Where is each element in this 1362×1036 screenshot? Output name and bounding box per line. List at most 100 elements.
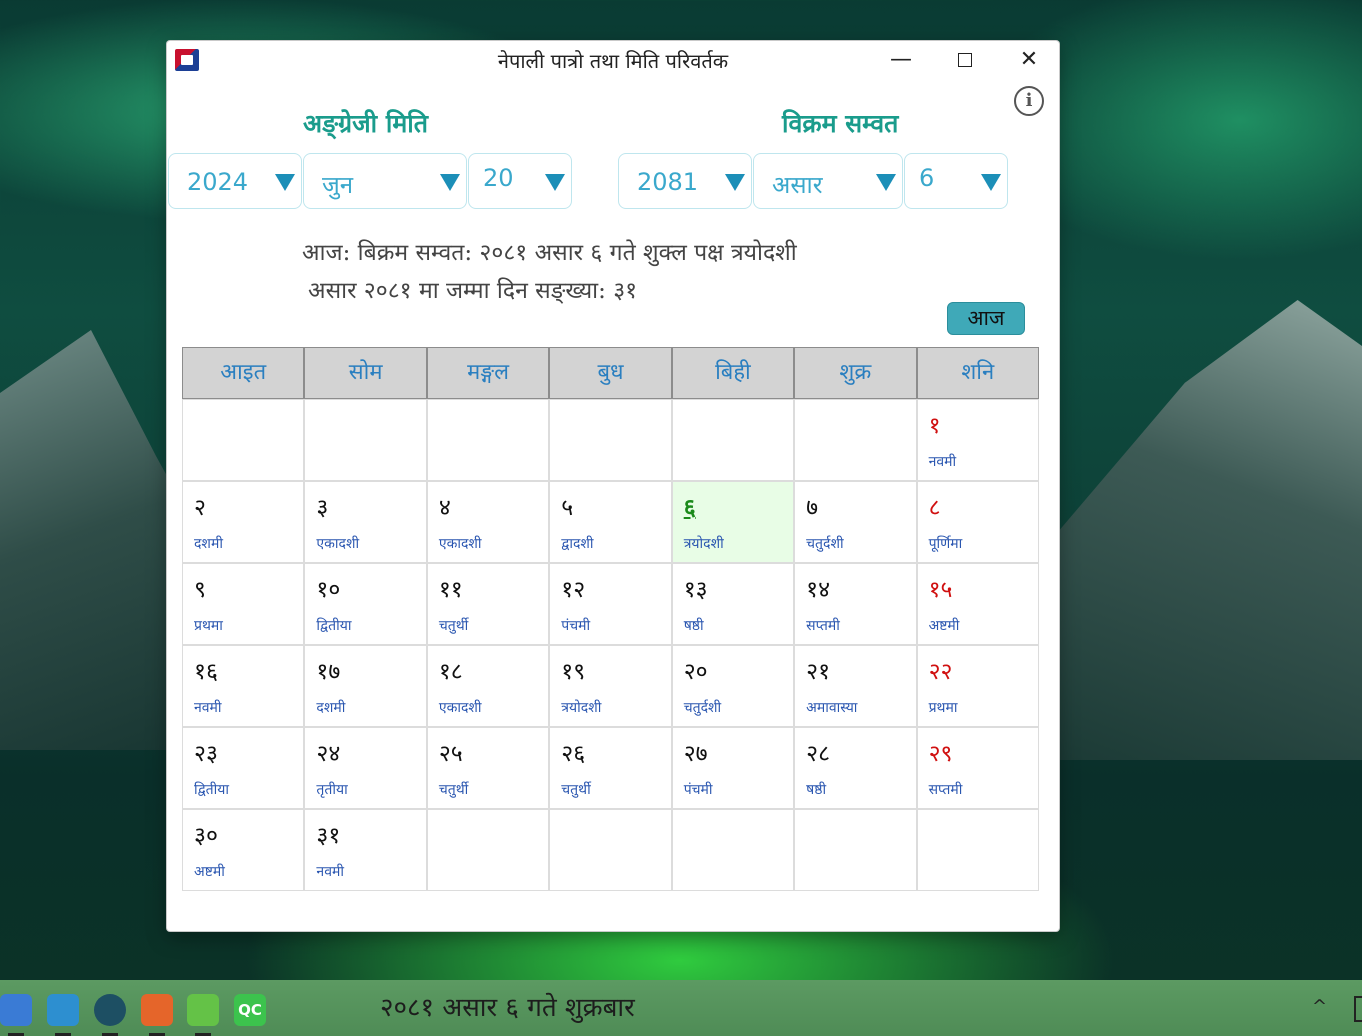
quote-app-icon[interactable] bbox=[0, 994, 32, 1036]
bs-year-select[interactable]: 2081 bbox=[618, 153, 752, 209]
month-days-count-text: असार २०८१ मा जम्मा दिन सङ्ख्या: ३१ bbox=[308, 278, 638, 304]
day-number: ५ bbox=[561, 495, 574, 521]
tithi-label: चतुर्दशी bbox=[806, 536, 844, 552]
day-cell[interactable]: ८ पूर्णिमा bbox=[916, 481, 1039, 563]
day-cell[interactable]: ४ एकादशी bbox=[426, 481, 550, 563]
tithi-label: त्रयोदशी bbox=[683, 536, 724, 552]
close-button[interactable]: ✕ bbox=[1009, 47, 1049, 73]
tithi-label: द्वितीया bbox=[316, 618, 352, 634]
day-cell[interactable]: ३० अष्टमी bbox=[182, 809, 305, 891]
dropdown-arrow-icon bbox=[545, 174, 565, 191]
dropdown-arrow-icon bbox=[981, 174, 1001, 191]
ad-month-select[interactable]: जुन bbox=[303, 153, 467, 209]
weekday-header: बिही bbox=[671, 347, 795, 399]
tithi-label: अष्टमी bbox=[928, 618, 960, 634]
day-cell[interactable]: १० द्वितीया bbox=[304, 563, 427, 645]
day-number: २२ bbox=[928, 659, 953, 685]
day-cell[interactable]: १६ नवमी bbox=[182, 645, 305, 727]
day-cell[interactable]: २० चतुर्दशी bbox=[671, 645, 795, 727]
taskbar-date-text[interactable]: २०८१ असार ६ गते शुक्रबार bbox=[380, 988, 635, 1024]
maximize-button[interactable] bbox=[945, 47, 985, 73]
day-number: १२ bbox=[561, 577, 586, 603]
day-cell[interactable] bbox=[671, 809, 795, 891]
info-icon[interactable]: i bbox=[1014, 86, 1044, 116]
octopus-app-icon[interactable] bbox=[94, 994, 126, 1036]
day-cell[interactable]: २ दशमी bbox=[182, 481, 305, 563]
day-cell[interactable] bbox=[549, 399, 672, 481]
day-number: २७ bbox=[683, 741, 708, 767]
weekday-header: शुक्र bbox=[794, 347, 917, 399]
day-cell[interactable]: १२ पंचमी bbox=[549, 563, 672, 645]
day-number: १५ bbox=[928, 577, 953, 603]
store-app-icon[interactable] bbox=[141, 994, 173, 1036]
day-cell[interactable]: ३१ नवमी bbox=[304, 809, 427, 891]
day-cell[interactable]: १४ सप्तमी bbox=[794, 563, 917, 645]
bs-day-value: 6 bbox=[919, 164, 935, 192]
day-number: ६ bbox=[683, 494, 696, 521]
tray-chevron-icon[interactable]: ^ bbox=[1312, 996, 1327, 1017]
day-cell[interactable]: २३ द्वितीया bbox=[182, 727, 305, 809]
day-cell[interactable]: १८ एकादशी bbox=[426, 645, 550, 727]
ad-year-select[interactable]: 2024 bbox=[168, 153, 302, 209]
editor-app-icon[interactable] bbox=[187, 994, 219, 1036]
day-cell[interactable]: २२ प्रथमा bbox=[916, 645, 1039, 727]
day-number: २९ bbox=[928, 741, 953, 767]
tithi-label: चतुर्दशी bbox=[683, 700, 722, 716]
day-cell[interactable]: २४ तृतीया bbox=[304, 727, 427, 809]
day-cell[interactable]: १५ अष्टमी bbox=[916, 563, 1039, 645]
tithi-label: नवमी bbox=[316, 864, 344, 880]
day-cell[interactable]: १ नवमी bbox=[916, 399, 1039, 481]
qc-app-icon[interactable]: QC bbox=[234, 994, 266, 1026]
day-cell[interactable]: १३ षष्ठी bbox=[671, 563, 795, 645]
day-number: ७ bbox=[806, 495, 819, 521]
tithi-label: अष्टमी bbox=[194, 864, 225, 880]
day-cell[interactable] bbox=[794, 399, 917, 481]
today-day-cell[interactable]: ६ त्रयोदशी bbox=[671, 481, 795, 563]
network-app-icon[interactable] bbox=[47, 994, 79, 1036]
day-cell[interactable]: १९ त्रयोदशी bbox=[549, 645, 672, 727]
day-cell[interactable]: २१ अमावास्या bbox=[794, 645, 917, 727]
bs-month-select[interactable]: असार bbox=[753, 153, 903, 209]
day-number: ४ bbox=[438, 495, 451, 521]
bs-day-select[interactable]: 6 bbox=[904, 153, 1008, 209]
day-cell[interactable]: २६ चतुर्थी bbox=[549, 727, 672, 809]
day-cell[interactable] bbox=[426, 399, 550, 481]
day-cell[interactable]: ७ चतुर्दशी bbox=[794, 481, 917, 563]
day-cell[interactable] bbox=[794, 809, 917, 891]
weekday-header-row: आइत सोम मङ्गल बुध बिही शुक्र शनि bbox=[182, 347, 1039, 399]
ad-day-select[interactable]: 20 bbox=[468, 153, 572, 209]
day-cell[interactable]: २७ पंचमी bbox=[671, 727, 795, 809]
dropdown-arrow-icon bbox=[725, 174, 745, 191]
day-cell[interactable]: ५ द्वादशी bbox=[549, 481, 672, 563]
day-cell[interactable] bbox=[304, 399, 427, 481]
minimize-button[interactable]: — bbox=[881, 47, 921, 73]
day-cell[interactable]: २९ सप्तमी bbox=[916, 727, 1039, 809]
ad-date-heading: अङ्ग्रेजी मिति bbox=[303, 109, 429, 138]
day-cell[interactable] bbox=[916, 809, 1039, 891]
day-cell[interactable]: २८ षष्ठी bbox=[794, 727, 917, 809]
day-cell[interactable] bbox=[182, 399, 305, 481]
day-cell[interactable]: १७ दशमी bbox=[304, 645, 427, 727]
tithi-label: चतुर्थी bbox=[438, 618, 469, 634]
day-number: ११ bbox=[438, 577, 463, 603]
day-cell[interactable]: ३ एकादशी bbox=[304, 481, 427, 563]
day-number: २० bbox=[683, 659, 708, 685]
day-cell[interactable] bbox=[426, 809, 550, 891]
day-cell[interactable]: ११ चतुर्थी bbox=[426, 563, 550, 645]
day-number: १४ bbox=[806, 577, 831, 603]
tray-icon[interactable] bbox=[1354, 996, 1362, 1022]
day-cell[interactable]: २५ चतुर्थी bbox=[426, 727, 550, 809]
day-number: १ bbox=[928, 413, 941, 439]
day-cell[interactable] bbox=[549, 809, 672, 891]
weekday-header: सोम bbox=[304, 347, 427, 399]
title-bar[interactable]: नेपाली पात्रो तथा मिति परिवर्तक — ✕ bbox=[167, 41, 1059, 79]
day-number: २६ bbox=[561, 741, 586, 767]
tithi-label: पंचमी bbox=[561, 618, 591, 634]
today-button[interactable]: आज bbox=[947, 302, 1025, 335]
day-number: २८ bbox=[806, 741, 831, 767]
day-cell[interactable]: ९ प्रथमा bbox=[182, 563, 305, 645]
tithi-label: चतुर्थी bbox=[561, 782, 591, 798]
tithi-label: प्रथमा bbox=[928, 700, 958, 716]
day-cell[interactable] bbox=[671, 399, 795, 481]
tithi-label: एकादशी bbox=[438, 700, 482, 716]
